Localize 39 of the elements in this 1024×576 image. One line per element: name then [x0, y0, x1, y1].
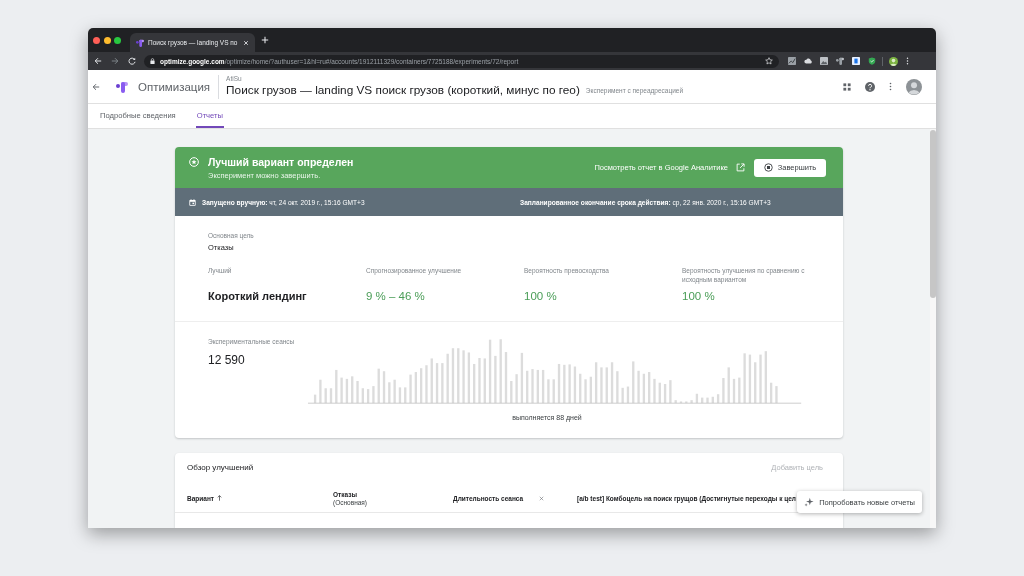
stop-icon [763, 163, 773, 172]
scrollbar-thumb[interactable] [930, 130, 936, 298]
more-icon[interactable] [906, 57, 909, 65]
external-link-icon[interactable] [736, 163, 745, 172]
metric-value: Короткий лендинг [208, 290, 307, 302]
logo-icon [136, 38, 144, 47]
product-name: Оптимизация [138, 80, 211, 93]
metric-value: 9 % – 46 % [366, 290, 425, 302]
logo-icon [116, 80, 128, 93]
lock-icon [150, 58, 155, 64]
image-icon[interactable] [820, 57, 828, 65]
cloud-icon[interactable] [804, 57, 812, 65]
experiment-title: Поиск грузов — landing VS поиск грузов (короткий, минус по гео) [226, 82, 580, 97]
maximize-window-icon[interactable] [114, 36, 121, 44]
profile-avatar-icon[interactable] [889, 56, 898, 66]
close-window-icon[interactable] [93, 36, 100, 44]
chart-icon[interactable] [788, 57, 796, 65]
reload-icon[interactable] [128, 57, 136, 65]
back-icon[interactable] [92, 82, 100, 91]
arrow-up-icon[interactable] [217, 495, 222, 501]
section-title: Обзор улучшений [187, 463, 254, 472]
metric-value: 100 % [524, 290, 557, 302]
sessions-value: 12 590 [208, 353, 245, 367]
star-circle-icon [189, 156, 199, 167]
star-icon[interactable] [765, 57, 773, 65]
tile-icon[interactable] [852, 57, 860, 65]
metric-value: 100 % [682, 290, 715, 302]
shield-icon[interactable] [868, 57, 876, 65]
scrollbar[interactable] [930, 129, 936, 528]
avatar-icon[interactable] [906, 78, 922, 95]
help-icon[interactable] [865, 81, 875, 92]
minimize-window-icon[interactable] [103, 36, 111, 44]
sparkle-icon [804, 497, 815, 507]
banner-title: Лучший вариант определен [208, 155, 354, 168]
forward-icon[interactable] [111, 57, 119, 65]
calendar-icon [189, 198, 196, 206]
new-tab-icon[interactable] [261, 36, 269, 44]
apps-icon[interactable] [843, 82, 851, 91]
logo-icon[interactable] [836, 57, 844, 65]
